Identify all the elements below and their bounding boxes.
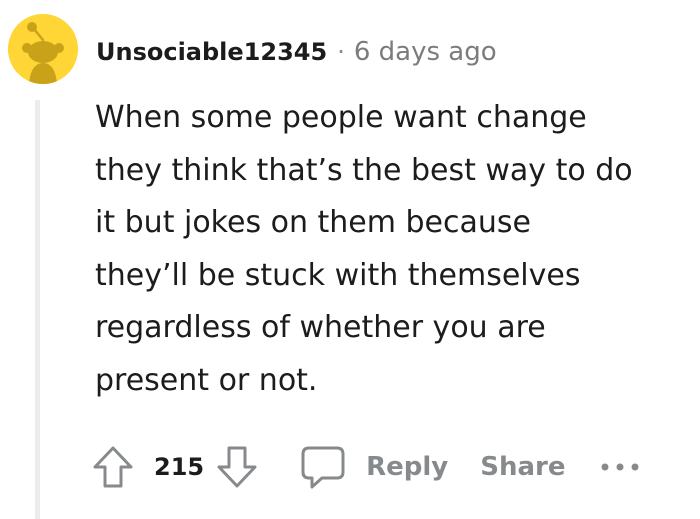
speech-bubble-icon: [301, 446, 345, 489]
comment-line: When some people want change: [95, 100, 587, 135]
comment-line: regardless of whether you are: [95, 310, 546, 345]
comment-line: it but jokes on them because: [95, 205, 531, 240]
share-button[interactable]: Share: [480, 452, 565, 482]
upvote-arrow-icon: [93, 446, 133, 488]
more-options-icon: [601, 463, 638, 471]
reddit-snoo-avatar-icon: [8, 14, 78, 84]
upvote-button[interactable]: [90, 444, 136, 490]
comment-line: they think that’s the best way to do: [95, 152, 633, 188]
comment-actions: 215 Reply Share: [90, 440, 640, 494]
more-options-button[interactable]: [600, 457, 640, 477]
comment-meta: Unsociable12345 · 6 days ago: [96, 32, 497, 72]
downvote-button[interactable]: [214, 444, 260, 490]
thread-line[interactable]: [35, 100, 40, 519]
downvote-arrow-icon: [217, 446, 257, 488]
comment-line: they’ll be stuck with themselves: [95, 257, 581, 293]
meta-separator: ·: [337, 38, 345, 66]
reply-label: Reply: [366, 452, 449, 482]
timestamp[interactable]: 6 days ago: [354, 37, 497, 67]
avatar[interactable]: [8, 14, 78, 84]
vote-score: 215: [154, 453, 205, 481]
username[interactable]: Unsociable12345: [96, 38, 327, 66]
comment-line: present or not.: [95, 362, 318, 398]
comment-body: When some people want change they think …: [95, 92, 685, 407]
reply-button[interactable]: Reply: [300, 444, 448, 490]
